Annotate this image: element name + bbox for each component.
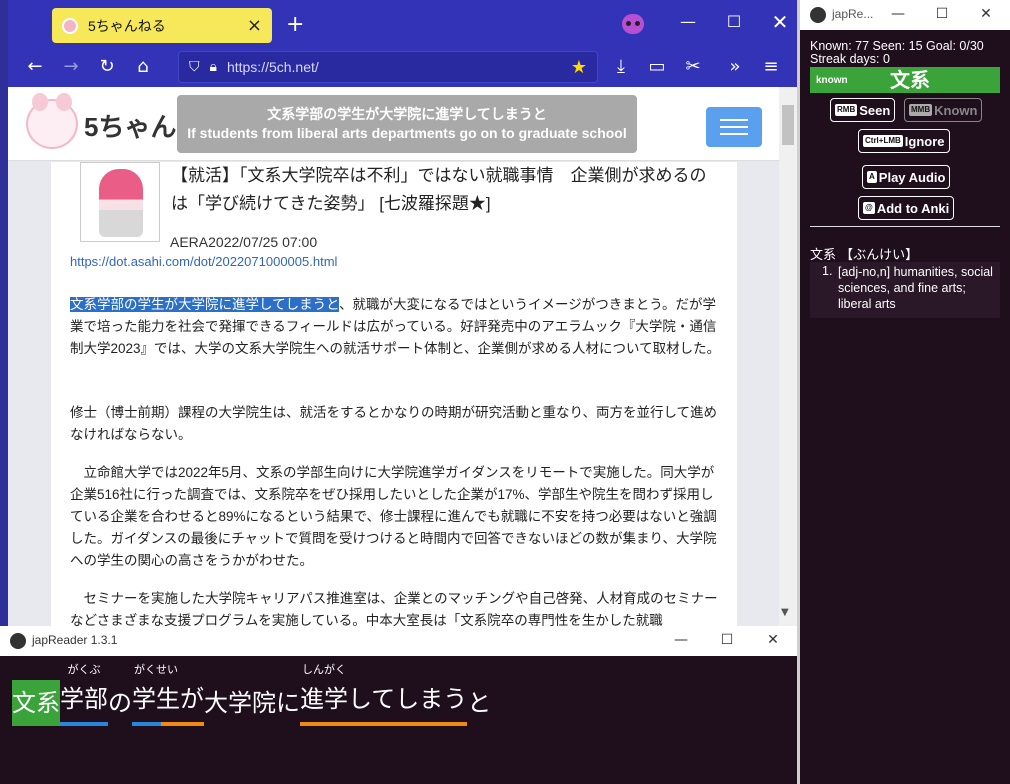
japreader-app-icon bbox=[810, 7, 826, 23]
article-dateline: AERA2022/07/25 07:00 bbox=[170, 234, 318, 250]
new-tab-button[interactable]: + bbox=[286, 12, 304, 37]
maximize-button[interactable]: ☐ bbox=[711, 12, 757, 31]
dictionary-title: japRe... bbox=[832, 7, 874, 21]
scrollbar-thumb[interactable] bbox=[782, 105, 794, 145]
shield-icon[interactable]: ⛉ bbox=[189, 59, 200, 75]
paragraph-2: 修士（博士前期）課程の大学院生は、就活をするとかなりの時期が研究活動と重なり、両… bbox=[70, 405, 718, 442]
translation-tooltip: 文系学部の学生が大学院に進学してしまうと If students from li… bbox=[177, 95, 637, 153]
minimize-button[interactable]: — bbox=[665, 12, 711, 31]
lock-icon[interactable]: 🔒︎ bbox=[210, 59, 217, 75]
sentence-word[interactable]: 文系 bbox=[12, 680, 60, 726]
scroll-down-arrow-icon[interactable]: ▼ bbox=[781, 607, 789, 618]
mmb-key-badge: MMB bbox=[909, 104, 933, 116]
add-to-anki-label: Add to Anki bbox=[876, 200, 950, 216]
sentence-word[interactable]: 学部 がくぶ bbox=[60, 664, 108, 726]
browser-tab[interactable]: 5ちゃんねる × bbox=[52, 8, 272, 43]
article-headline: 【就活】「文系大学院卒は不利」ではない就職事情 企業側が求めるのは「学び続けてき… bbox=[171, 166, 707, 213]
hamburger-menu-button[interactable] bbox=[706, 107, 762, 147]
sentence-word[interactable]: が bbox=[180, 676, 204, 726]
download-icon[interactable]: ⤓ bbox=[606, 47, 636, 87]
sentence-word[interactable]: してしまう bbox=[348, 676, 468, 726]
furigana: がくせい bbox=[134, 663, 178, 676]
at-key-badge: @ bbox=[863, 202, 875, 214]
ctrl-lmb-key-badge: Ctrl+LMB bbox=[863, 135, 903, 147]
bookmark-star-icon[interactable]: ★ bbox=[571, 57, 587, 78]
furigana: がくぶ bbox=[67, 663, 101, 676]
definition-text: [adj-no,n] humanities, social sciences, … bbox=[838, 265, 993, 311]
known-button[interactable]: MMB Known bbox=[904, 98, 983, 122]
page-scrollbar[interactable] bbox=[779, 87, 797, 626]
sentence-word[interactable]: 進学 しんがく bbox=[300, 664, 348, 726]
tab-bar: 5ちゃんねる × + — ☐ ✕ bbox=[8, 0, 797, 47]
mascot-girl-image bbox=[99, 169, 143, 237]
dict-close-button[interactable]: ✕ bbox=[964, 6, 1008, 22]
play-audio-button[interactable]: A Play Audio bbox=[862, 165, 951, 189]
sentence-word[interactable]: 大学院 bbox=[204, 680, 276, 726]
reload-icon[interactable]: ↻ bbox=[92, 47, 122, 87]
reader-window: japReader 1.3.1 — ☐ ✕ 文系学部 がくぶ の学生 がくせい が大学院… bbox=[0, 626, 797, 784]
rmb-key-badge: RMB bbox=[835, 104, 858, 116]
nav-toolbar: ← → ↻ ⌂ ⛉ 🔒︎ https://5ch.net/ ★ ⤓ ▭ ✂ » … bbox=[8, 47, 797, 87]
ignore-label: Ignore bbox=[904, 133, 945, 149]
source-link[interactable]: https://dot.asahi.com/dot/2022071000005.… bbox=[70, 254, 337, 269]
dictionary-window: japRe... — ☐ ✕ Known: 77 Seen: 15 Goal: … bbox=[797, 0, 1010, 784]
reader-title: japReader 1.3.1 bbox=[32, 633, 118, 647]
browser-window: 5ちゃんねる × + — ☐ ✕ ← → ↻ ⌂ ⛉ 🔒︎ https://5c… bbox=[0, 0, 797, 626]
site-logo-mascot[interactable] bbox=[26, 93, 78, 149]
paragraph-4: セミナーを実施した大学院キャリアパス推進室は、企業とのマッチングや自己啓発、人材… bbox=[70, 591, 718, 626]
screenshot-icon[interactable]: ✂ bbox=[678, 47, 708, 87]
paragraph-3: 立命館大学では2022年5月、文系の学部生向けに大学院進学ガイダンスをリモートで… bbox=[70, 465, 717, 568]
address-bar[interactable]: ⛉ 🔒︎ https://5ch.net/ ★ bbox=[178, 51, 598, 83]
entry-headword: 文系 【ぶんけい】 bbox=[810, 248, 919, 263]
a-key-badge: A bbox=[867, 171, 877, 183]
stats-panel: Known: 77 Seen: 15 Goal: 0/30 Streak day… bbox=[810, 40, 1010, 66]
current-word: 文系 bbox=[890, 68, 930, 92]
close-window-button[interactable]: ✕ bbox=[757, 10, 797, 34]
word-banner: known 文系 bbox=[810, 67, 1000, 93]
japreader-app-icon bbox=[10, 633, 26, 649]
play-audio-label: Play Audio bbox=[878, 169, 946, 185]
forward-arrow-icon[interactable]: → bbox=[56, 47, 86, 87]
seen-button[interactable]: RMB Seen bbox=[830, 98, 896, 122]
sentence-word[interactable]: に bbox=[276, 680, 300, 726]
overflow-chevron-icon[interactable]: » bbox=[720, 47, 750, 87]
sentence-display: 文系学部 がくぶ の学生 がくせい が大学院に進学 しんがく してしまうと bbox=[12, 664, 491, 756]
tooltip-japanese: 文系学部の学生が大学院に進学してしまうと bbox=[267, 106, 547, 122]
divider bbox=[810, 226, 1000, 227]
reader-view-icon[interactable]: ▭ bbox=[642, 47, 672, 87]
sentence-word[interactable]: の bbox=[108, 680, 132, 726]
sentence-word[interactable]: 学生 がくせい bbox=[132, 664, 180, 726]
dictionary-titlebar: japRe... — ☐ ✕ bbox=[800, 0, 1010, 30]
tab-close-icon[interactable]: × bbox=[247, 15, 262, 36]
seen-label: Seen bbox=[859, 102, 891, 118]
reader-titlebar: japReader 1.3.1 — ☐ ✕ bbox=[0, 626, 797, 656]
home-icon[interactable]: ⌂ bbox=[128, 47, 158, 87]
dict-minimize-button[interactable]: — bbox=[876, 6, 920, 22]
url-text[interactable]: https://5ch.net/ bbox=[227, 59, 571, 75]
streak-days: Streak days: 0 bbox=[810, 52, 890, 66]
sentence-word[interactable]: と bbox=[467, 680, 491, 726]
reader-minimize-button[interactable]: — bbox=[658, 632, 704, 648]
ignore-button[interactable]: Ctrl+LMB Ignore bbox=[858, 129, 950, 153]
reader-maximize-button[interactable]: ☐ bbox=[704, 632, 750, 648]
tooltip-english: If students from liberal arts department… bbox=[187, 125, 627, 141]
back-arrow-icon[interactable]: ← bbox=[20, 47, 50, 87]
furigana: しんがく bbox=[302, 663, 346, 676]
definition-number: 1. bbox=[822, 264, 833, 278]
add-to-anki-button[interactable]: @ Add to Anki bbox=[858, 196, 955, 220]
known-label: Known bbox=[934, 102, 978, 118]
menu-icon[interactable]: ≡ bbox=[756, 47, 786, 87]
tab-title: 5ちゃんねる bbox=[88, 17, 166, 34]
selected-text[interactable]: 文系学部の学生が大学院に進学してしまうと bbox=[70, 297, 340, 312]
article: 【就活】「文系大学院卒は不利」ではない就職事情 企業側が求めるのは「学び続けてき… bbox=[51, 162, 737, 626]
private-mask-icon bbox=[622, 14, 644, 34]
reader-close-button[interactable]: ✕ bbox=[750, 632, 796, 648]
dict-maximize-button[interactable]: ☐ bbox=[920, 6, 964, 22]
page-content: 5ちゃんねる 文系学部の学生が大学院に進学してしまうと If students … bbox=[8, 87, 797, 626]
definition-list: 1. [adj-no,n] humanities, social science… bbox=[810, 262, 1000, 318]
site-favicon-icon bbox=[62, 17, 78, 34]
article-thumbnail bbox=[80, 162, 160, 242]
paragraph-1: 文系学部の学生が大学院に進学してしまうと、就職が大変になるではというイメージがつ… bbox=[70, 294, 722, 360]
